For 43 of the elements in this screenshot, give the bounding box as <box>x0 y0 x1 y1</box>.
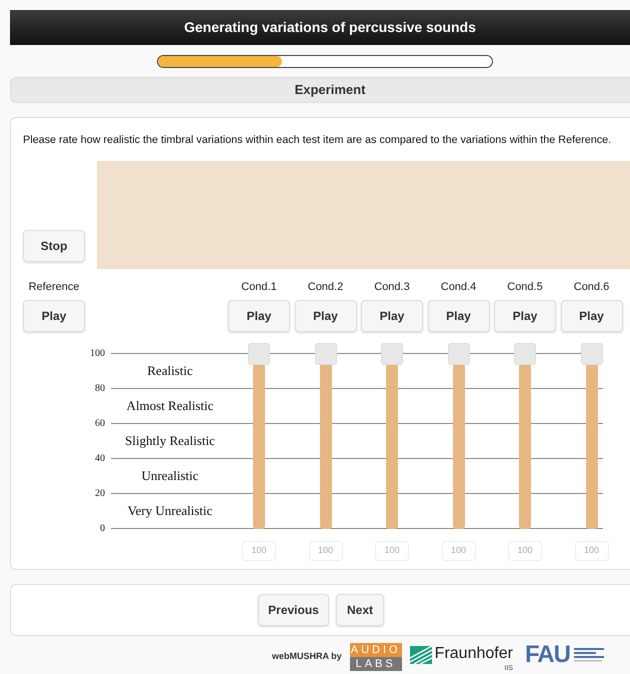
scale-label: Unrealistic <box>140 467 200 486</box>
header-title: Generating variations of percussive sounds <box>184 18 476 37</box>
stop-button[interactable]: Stop <box>23 230 85 262</box>
scale-label: Very Unrealistic <box>126 502 214 520</box>
scale-label: Realistic <box>146 362 194 380</box>
section-title: Experiment <box>294 81 366 100</box>
fau-logo: FAU <box>524 643 570 667</box>
credit-text: webMUSHRA by <box>272 650 342 663</box>
play-button[interactable]: Play <box>494 300 556 332</box>
slider-handle[interactable] <box>448 342 470 365</box>
play-button[interactable]: Play <box>228 300 290 332</box>
slider-handle[interactable] <box>580 342 602 365</box>
condition-label: Cond.4 <box>440 280 476 296</box>
scale-tick: 20 <box>94 487 105 502</box>
stripes-icon <box>410 646 432 664</box>
text-lines-icon <box>574 648 604 662</box>
condition-label: Cond.6 <box>574 280 610 296</box>
scale-tick: 40 <box>94 452 105 466</box>
fraunhofer-logo: Fraunhofer <box>434 644 513 664</box>
slider-handle[interactable] <box>314 342 336 365</box>
play-button[interactable]: Play <box>23 300 85 332</box>
condition-label: Cond.2 <box>308 280 344 296</box>
scale-tick: 100 <box>89 347 105 362</box>
scale-label: Almost Realistic <box>125 397 215 416</box>
scale-tick: 60 <box>94 417 105 432</box>
play-button[interactable]: Play <box>428 300 490 332</box>
condition-label: Cond.5 <box>507 280 543 296</box>
reference-label: Reference <box>28 280 80 296</box>
slider-handle[interactable] <box>381 342 403 365</box>
play-button[interactable]: Play <box>560 300 622 332</box>
scale-tick: 0 <box>99 522 105 536</box>
previous-button[interactable]: Previous <box>258 594 329 626</box>
audiolabs-logo: AUDIO LABS <box>350 643 402 671</box>
condition-label: Cond.3 <box>374 280 410 296</box>
slider-handle[interactable] <box>514 342 536 365</box>
instruction-text: Please rate how realistic the timbral variations within each test item are as compared to the variations within the Reference. <box>23 133 612 148</box>
play-button[interactable]: Play <box>294 300 356 332</box>
next-button[interactable]: Next <box>336 594 384 626</box>
condition-label: Cond.1 <box>241 280 277 296</box>
scale-tick: 80 <box>94 382 105 396</box>
slider-handle[interactable] <box>248 342 270 365</box>
scale-label: Slightly Realistic <box>124 432 216 450</box>
play-button[interactable]: Play <box>361 300 423 332</box>
